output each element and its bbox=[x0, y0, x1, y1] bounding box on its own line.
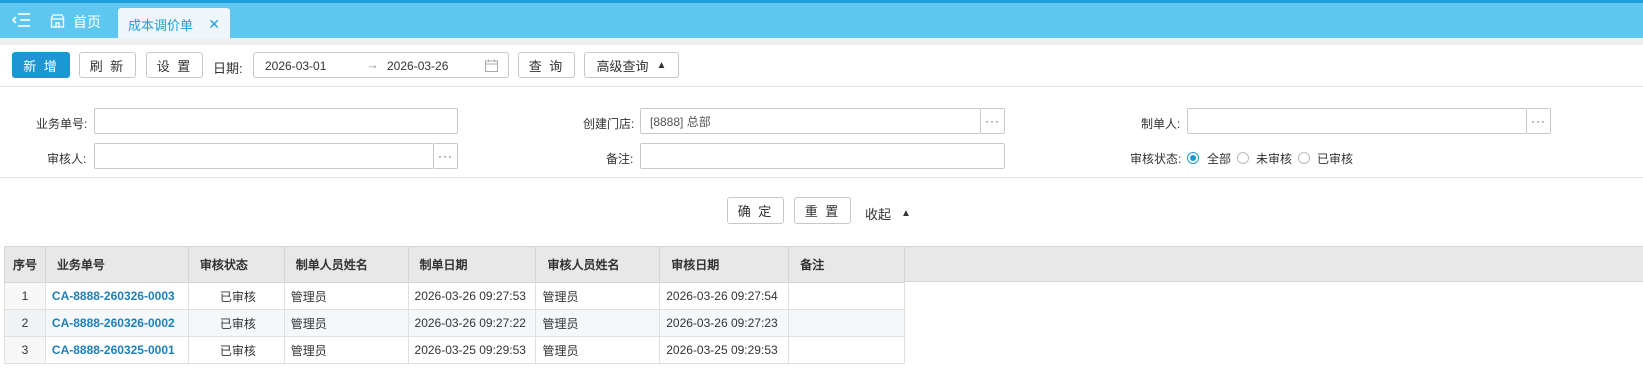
column-header-reviewer[interactable]: 审核人员姓名 bbox=[535, 246, 661, 283]
column-header-status[interactable]: 审核状态 bbox=[187, 246, 285, 283]
row-status: 已审核 bbox=[187, 282, 285, 310]
status-radio-all[interactable] bbox=[1187, 152, 1199, 164]
advanced-query-button[interactable]: 高级查询 ▲ bbox=[584, 52, 679, 78]
row-status: 已审核 bbox=[187, 336, 285, 364]
status-radio-unreviewed[interactable] bbox=[1237, 152, 1249, 164]
date-range-arrow-icon: → bbox=[366, 57, 379, 72]
date-range-picker[interactable]: 2026-03-01 → 2026-03-26 bbox=[253, 52, 509, 78]
date-to[interactable]: 2026-03-26 bbox=[387, 59, 448, 73]
row-made-date: 2026-03-26 09:27:53 bbox=[407, 282, 537, 310]
store-label: 创建门店: bbox=[583, 117, 635, 131]
date-from[interactable]: 2026-03-01 bbox=[265, 59, 326, 73]
advanced-query-label: 高级查询 bbox=[596, 58, 649, 74]
row-remark bbox=[788, 282, 905, 310]
row-seq: 2 bbox=[4, 309, 46, 337]
refresh-button[interactable]: 刷 新 bbox=[79, 52, 136, 78]
tab-home-label: 首页 bbox=[73, 14, 101, 30]
menu-toggle-icon[interactable] bbox=[11, 12, 30, 28]
store-input[interactable]: [8888] 总部 bbox=[640, 108, 981, 134]
results-table: 序号 业务单号 审核状态 制单人员姓名 制单日期 审核人员姓名 审核日期 备注 … bbox=[4, 246, 905, 364]
row-seq: 3 bbox=[4, 336, 46, 364]
table-header-row: 序号 业务单号 审核状态 制单人员姓名 制单日期 审核人员姓名 审核日期 备注 bbox=[4, 246, 905, 283]
review-status-label: 审核状态: bbox=[1130, 152, 1182, 166]
remark-input[interactable] bbox=[640, 143, 1005, 169]
status-option-unreviewed[interactable]: 未审核 bbox=[1256, 150, 1292, 167]
maker-input[interactable] bbox=[1187, 108, 1527, 134]
remark-label: 备注: bbox=[606, 152, 634, 166]
bill-no-input[interactable] bbox=[94, 108, 458, 134]
reviewer-label: 审核人: bbox=[47, 152, 87, 166]
calendar-icon[interactable] bbox=[485, 59, 498, 75]
confirm-button[interactable]: 确 定 bbox=[727, 197, 784, 224]
column-header-reviewed-date[interactable]: 审核日期 bbox=[659, 246, 790, 283]
row-seq: 1 bbox=[4, 282, 46, 310]
filter-divider bbox=[0, 177, 1643, 178]
table-row[interactable]: 1 CA-8888-260326-0003 已审核 管理员 2026-03-26… bbox=[4, 282, 905, 310]
collapse-toggle[interactable]: 收起 ▲ bbox=[865, 204, 911, 223]
row-bill-no-link[interactable]: CA-8888-260326-0002 bbox=[44, 309, 189, 337]
row-reviewed-date: 2026-03-25 09:29:53 bbox=[659, 336, 790, 364]
row-made-date: 2026-03-26 09:27:22 bbox=[407, 309, 537, 337]
bill-no-label: 业务单号: bbox=[36, 117, 88, 131]
toolbar-divider bbox=[0, 86, 1643, 87]
tab-cost-adjustment-label: 成本调价单 bbox=[128, 18, 194, 33]
collapse-label: 收起 bbox=[865, 207, 892, 222]
close-tab-icon[interactable]: ✕ bbox=[208, 16, 220, 33]
status-option-all[interactable]: 全部 bbox=[1207, 150, 1231, 167]
reset-button[interactable]: 重 置 bbox=[794, 197, 851, 224]
grid-header-filler bbox=[905, 246, 1643, 282]
row-remark bbox=[788, 309, 905, 337]
row-maker: 管理员 bbox=[283, 309, 409, 337]
column-header-remark[interactable]: 备注 bbox=[788, 246, 905, 283]
home-icon bbox=[50, 13, 73, 31]
row-reviewer: 管理员 bbox=[535, 336, 661, 364]
table-row[interactable]: 2 CA-8888-260326-0002 已审核 管理员 2026-03-26… bbox=[4, 309, 905, 337]
reviewer-input[interactable] bbox=[94, 143, 434, 169]
maker-lookup-button[interactable]: ··· bbox=[1527, 108, 1551, 134]
column-header-seq[interactable]: 序号 bbox=[4, 246, 46, 283]
status-radio-reviewed[interactable] bbox=[1298, 152, 1310, 164]
column-header-made-date[interactable]: 制单日期 bbox=[407, 246, 537, 283]
add-button[interactable]: 新 增 bbox=[12, 52, 70, 78]
maker-label: 制单人: bbox=[1141, 117, 1181, 131]
row-reviewed-date: 2026-03-26 09:27:23 bbox=[659, 309, 790, 337]
top-tab-bar: 首页 成本调价单 ✕ bbox=[0, 0, 1643, 41]
store-lookup-button[interactable]: ··· bbox=[981, 108, 1005, 134]
row-made-date: 2026-03-25 09:29:53 bbox=[407, 336, 537, 364]
row-remark bbox=[788, 336, 905, 364]
tab-home[interactable]: 首页 bbox=[50, 10, 101, 34]
row-bill-no-link[interactable]: CA-8888-260326-0003 bbox=[44, 282, 189, 310]
tab-bar-divider bbox=[0, 38, 1643, 45]
row-reviewed-date: 2026-03-26 09:27:54 bbox=[659, 282, 790, 310]
tab-cost-adjustment[interactable]: 成本调价单 ✕ bbox=[118, 8, 230, 41]
query-button[interactable]: 查 询 bbox=[518, 52, 575, 78]
row-bill-no-link[interactable]: CA-8888-260325-0001 bbox=[44, 336, 189, 364]
table-row[interactable]: 3 CA-8888-260325-0001 已审核 管理员 2026-03-25… bbox=[4, 336, 905, 364]
reviewer-lookup-button[interactable]: ··· bbox=[434, 143, 458, 169]
row-reviewer: 管理员 bbox=[535, 282, 661, 310]
caret-up-icon: ▲ bbox=[656, 59, 667, 71]
row-reviewer: 管理员 bbox=[535, 309, 661, 337]
column-header-maker[interactable]: 制单人员姓名 bbox=[283, 246, 409, 283]
column-header-bill-no[interactable]: 业务单号 bbox=[44, 246, 189, 283]
status-option-reviewed[interactable]: 已审核 bbox=[1317, 150, 1353, 167]
settings-button[interactable]: 设 置 bbox=[146, 52, 203, 78]
row-maker: 管理员 bbox=[283, 282, 409, 310]
row-status: 已审核 bbox=[187, 309, 285, 337]
date-label: 日期: bbox=[213, 61, 243, 76]
collapse-caret-icon: ▲ bbox=[901, 208, 911, 219]
row-maker: 管理员 bbox=[283, 336, 409, 364]
